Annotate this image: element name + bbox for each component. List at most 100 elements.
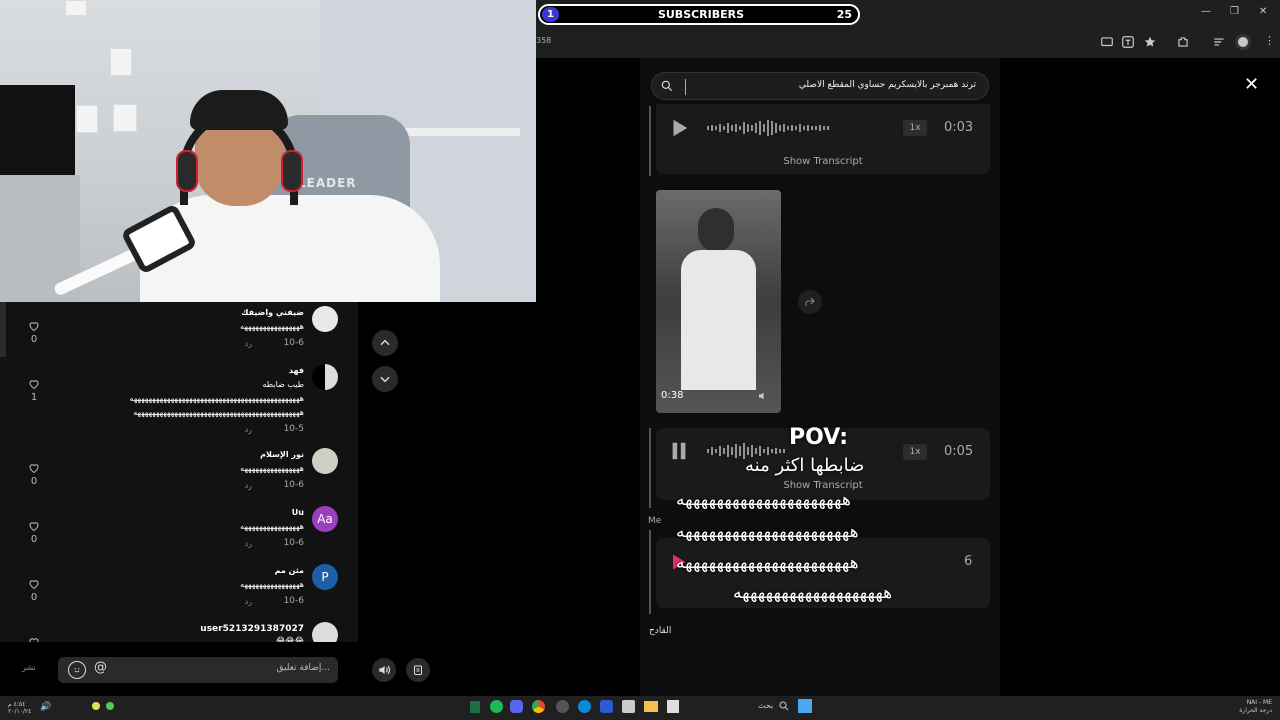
reading-list-icon[interactable]	[1212, 35, 1226, 49]
reply-link[interactable]: رد	[245, 481, 252, 490]
playback-speed-button[interactable]: 1x	[903, 120, 927, 136]
video-person-head	[698, 208, 734, 252]
avatar[interactable]: P	[312, 564, 338, 590]
file-explorer-icon[interactable]	[644, 701, 658, 712]
translate-icon[interactable]	[1121, 35, 1135, 49]
search-bar[interactable]: ترند همبرجر بالايسكريم حساوي المقطع الاص…	[651, 72, 989, 100]
emoji-icon[interactable]	[68, 661, 86, 679]
play-icon[interactable]	[668, 117, 690, 139]
comment-username[interactable]: user5213291387027	[200, 624, 304, 634]
avatar[interactable]	[312, 364, 338, 390]
previous-video-button[interactable]	[372, 330, 398, 356]
reply-link[interactable]: رد	[245, 539, 252, 548]
language-indicator[interactable]: NAI - ME درجة الحرارة	[1222, 699, 1272, 715]
chrome-icon[interactable]	[532, 700, 545, 713]
restore-button[interactable]: ❐	[1230, 6, 1239, 17]
comment-input[interactable]: @ إضافة تعليق...	[58, 657, 338, 683]
waveform-icon	[707, 120, 829, 136]
next-video-button[interactable]	[372, 366, 398, 392]
wall-frame	[113, 104, 137, 132]
subscriber-counter: SUBSCRIBERS 1 25	[538, 4, 860, 25]
heart-icon	[29, 464, 39, 474]
reply-link[interactable]: رد	[245, 597, 252, 606]
clock-time: ٤:٥٤ م	[8, 701, 26, 708]
comment-date: 10-6	[283, 338, 304, 348]
excel-icon[interactable]	[470, 701, 480, 713]
comment-username[interactable]: مثن مم	[275, 566, 304, 575]
store-icon[interactable]	[622, 700, 635, 713]
taskbar-search-label[interactable]: بحث	[758, 701, 773, 710]
profile-avatar[interactable]	[1235, 34, 1251, 50]
comments-panel[interactable]: ضيفني واضيفك ههههههههههههههههه 10-6 رد 0…	[0, 302, 358, 642]
obs-icon[interactable]	[556, 700, 569, 713]
avatar[interactable]	[312, 622, 338, 642]
audio-duration: 0:03	[944, 120, 974, 135]
taskbar-clock[interactable]: ٤:٥٤ م ٢٠/١٠/٢٤	[8, 701, 31, 715]
start-icon[interactable]	[798, 699, 812, 713]
like-count: 0	[30, 534, 38, 545]
mute-icon[interactable]	[756, 390, 770, 402]
heart-icon	[29, 322, 39, 332]
minimize-button[interactable]: —	[1201, 6, 1211, 17]
reply-link[interactable]: رد	[245, 425, 252, 434]
reply-link[interactable]: رد	[245, 339, 252, 348]
comment-username[interactable]: نور الإسلام	[260, 450, 304, 459]
avatar[interactable]	[312, 306, 338, 332]
volume-button[interactable]	[372, 658, 396, 682]
like-count: 1	[30, 392, 38, 403]
spotify-icon[interactable]	[490, 700, 503, 713]
speaker-icon[interactable]: 🔊	[40, 702, 51, 712]
wall-frame	[76, 105, 98, 133]
show-transcript-link[interactable]: Show Transcript	[656, 156, 990, 167]
extensions-icon[interactable]	[1176, 35, 1190, 49]
like-button[interactable]: 0	[14, 462, 54, 487]
discord-icon[interactable]	[510, 700, 523, 713]
comment-username[interactable]: Uu	[292, 508, 304, 517]
comment-text: ههههههههههههههههه	[240, 580, 304, 589]
chevron-up-icon	[380, 339, 390, 346]
more-menu-icon[interactable]: ⋮	[1264, 34, 1275, 47]
address-bar-fragment[interactable]: 358	[536, 36, 551, 45]
overlay-subtitle: ضابطها اكثر منه	[745, 455, 865, 476]
comment-username[interactable]: ضيفني واضيفك	[241, 308, 304, 317]
like-button[interactable]: 0	[14, 578, 54, 603]
comment-date: 10-6	[283, 480, 304, 490]
post-button[interactable]: نشر	[22, 663, 36, 672]
like-button[interactable]: 1	[14, 378, 54, 403]
smile-glyph	[74, 668, 80, 673]
like-count: 0	[30, 334, 38, 345]
overlay-line: ههههههههههههههههههههههه	[676, 522, 860, 542]
like-button[interactable]: 0	[14, 320, 54, 345]
share-button[interactable]	[798, 290, 822, 314]
cast-icon[interactable]	[1100, 35, 1114, 49]
heart-icon	[29, 380, 39, 390]
comment-date: 10-6	[283, 596, 304, 606]
heart-icon	[29, 522, 39, 532]
bookmark-star-icon[interactable]	[1143, 35, 1157, 49]
like-count: 0	[30, 592, 38, 603]
search-icon[interactable]	[778, 700, 790, 712]
taskbar: ٤:٥٤ م ٢٠/١٠/٢٤ 🔊 بحث NAI - ME درجة الحر…	[0, 696, 1280, 720]
like-button[interactable]: 0	[14, 520, 54, 545]
scrollbar[interactable]	[0, 302, 6, 357]
tray-app-icon[interactable]	[92, 702, 100, 710]
comment-text: ههههههههههههههههه	[240, 522, 304, 531]
wall-frame	[110, 48, 132, 76]
tray-app-icon[interactable]	[106, 702, 114, 710]
mention-icon[interactable]: @	[94, 660, 107, 675]
notepad-icon[interactable]	[667, 700, 679, 713]
edge-icon[interactable]	[578, 700, 591, 713]
comment-username[interactable]: فهد	[289, 366, 304, 375]
wall-frame	[65, 0, 87, 16]
avatar[interactable]: Aa	[312, 506, 338, 532]
video-thumbnail[interactable]: 0:38	[656, 190, 781, 413]
playback-speed-button[interactable]: 1x	[903, 444, 927, 460]
avatar[interactable]	[312, 448, 338, 474]
search-query: ترند همبرجر بالايسكريم حساوي المقطع الاص…	[798, 80, 976, 90]
app-icon[interactable]	[600, 700, 613, 713]
chevron-down-icon	[380, 376, 390, 383]
close-window-button[interactable]: ✕	[1259, 6, 1267, 17]
copy-button[interactable]	[406, 658, 430, 682]
close-icon[interactable]: ✕	[1244, 74, 1259, 95]
pause-icon[interactable]	[668, 440, 690, 462]
